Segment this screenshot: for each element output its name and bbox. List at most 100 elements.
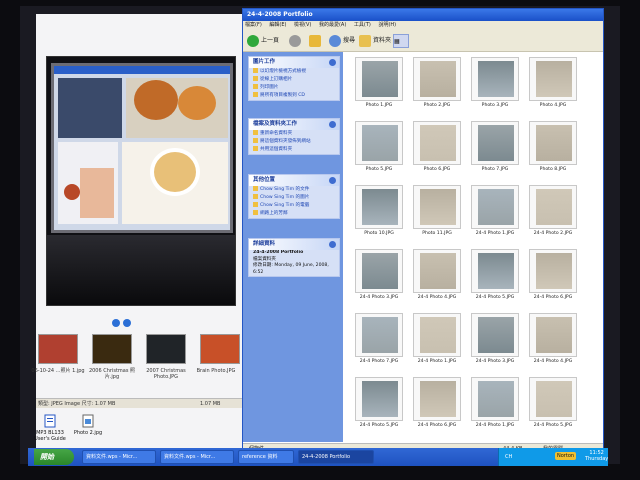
search-button[interactable]: 搜尋 xyxy=(329,34,355,48)
place-documents[interactable]: Chow Sing Tim 的文件 xyxy=(249,186,339,194)
filmstrip: 06-10-24 ...照片 1.jpg 2006 Christmas 照片.j… xyxy=(31,330,242,388)
task-order-prints[interactable]: 從線上訂購相片 xyxy=(249,76,339,84)
folders-button[interactable]: 資料夾 xyxy=(359,34,391,48)
system-tray: CH Norton 11:52 Thursday xyxy=(498,448,608,466)
thumbnail-frame xyxy=(355,185,403,229)
menu-help[interactable]: 說明(H) xyxy=(378,22,396,28)
thumbnail-image xyxy=(478,61,514,97)
taskbar-button[interactable]: reference 資料 xyxy=(238,450,294,464)
thumbnail-item[interactable]: Photo 10.JPG xyxy=(351,185,407,245)
menu-file[interactable]: 檔案(F) xyxy=(245,22,262,28)
forward-button[interactable] xyxy=(289,34,303,48)
language-indicator[interactable]: CH xyxy=(505,454,512,460)
collapse-icon[interactable] xyxy=(329,59,336,66)
thumbnail-item[interactable]: 24-4 Photo 3.JPG xyxy=(467,313,523,373)
film-thumb[interactable] xyxy=(200,334,240,364)
next-icon[interactable] xyxy=(123,319,131,327)
cd-icon xyxy=(253,92,258,97)
thumbnail-frame xyxy=(471,313,519,357)
desktop-icon-guide[interactable]: MP3 BL133 User's Guide xyxy=(30,414,70,442)
taskbar: 開始 資料文件.wps - Micr... 資料文件.wps - Micr...… xyxy=(28,448,608,466)
thumbnail-item[interactable]: 24-4 Photo 1.JPG xyxy=(409,313,465,373)
thumbnail-item[interactable]: 24-4 Photo 1.JPG xyxy=(467,377,523,437)
thumbnail-frame xyxy=(471,249,519,293)
thumbnail-item[interactable]: 24-4 Photo 5.JPG xyxy=(467,249,523,309)
previous-icon[interactable] xyxy=(112,319,120,327)
thumbnail-label: Photo 11.JPG xyxy=(422,231,452,236)
thumbnail-item[interactable]: Photo 8.JPG xyxy=(525,121,581,181)
thumbnail-label: 24-4 Photo 7.JPG xyxy=(359,359,399,364)
task-label: 重新命名資料夾 xyxy=(260,131,293,136)
thumbnail-item[interactable]: Photo 4.JPG xyxy=(525,57,581,117)
thumbnail-item[interactable]: 24-4 Photo 5.JPG xyxy=(525,377,581,437)
task-publish[interactable]: 將這個資料夾發佈到網站 xyxy=(249,138,339,146)
task-print[interactable]: 列印圖片 xyxy=(249,84,339,92)
place-computer[interactable]: Chow Sing Tim 的電腦 xyxy=(249,202,339,210)
viewer-controls xyxy=(112,312,142,327)
thumbnail-item[interactable]: 24-4 Photo 1.JPG xyxy=(467,185,523,245)
thumbnail-label: 24-4 Photo 2.JPG xyxy=(533,231,573,236)
start-button[interactable]: 開始 xyxy=(34,449,74,465)
photo-food xyxy=(134,80,178,120)
collapse-icon[interactable] xyxy=(329,241,336,248)
panel-header[interactable]: 詳細資料 xyxy=(249,239,339,250)
detail-modified: 修改日期: Monday, 09 June, 2008, 6:52 xyxy=(253,263,329,275)
desktop-icon-photo[interactable]: Photo 2.jpg xyxy=(68,414,108,436)
thumbnail-image xyxy=(420,125,456,161)
panel-header[interactable]: 圖片工作 xyxy=(249,57,339,68)
search-label: 搜尋 xyxy=(343,37,356,44)
back-button[interactable]: 上一頁 xyxy=(247,34,279,48)
thumbnail-item[interactable]: 24-4 Photo 3.JPG xyxy=(351,249,407,309)
panel-header[interactable]: 檔案及資料夾工作 xyxy=(249,119,339,130)
norton-icon[interactable]: Norton xyxy=(555,452,577,460)
film-thumb[interactable] xyxy=(38,334,78,364)
thumbnail-frame xyxy=(529,57,577,101)
menu-bar: 檔案(F) 編輯(E) 檢視(V) 我的最愛(A) 工具(T) 說明(H) xyxy=(243,21,603,30)
collapse-icon[interactable] xyxy=(329,121,336,128)
thumbnail-item[interactable]: Photo 7.JPG xyxy=(467,121,523,181)
place-pictures[interactable]: Chow Sing Tim 的圖片 xyxy=(249,194,339,202)
photo-food xyxy=(64,184,80,200)
thumbnail-item[interactable]: 24-4 Photo 2.JPG xyxy=(525,185,581,245)
menu-view[interactable]: 檢視(V) xyxy=(294,22,311,28)
thumbnail-item[interactable]: Photo 6.JPG xyxy=(409,121,465,181)
collapse-icon[interactable] xyxy=(329,177,336,184)
place-network[interactable]: 網路上的芳鄰 xyxy=(249,210,339,218)
thumbnail-item[interactable]: 24-4 Photo 4.JPG xyxy=(525,313,581,373)
task-rename[interactable]: 重新命名資料夾 xyxy=(249,130,339,138)
thumbnail-item[interactable]: Photo 1.JPG xyxy=(351,57,407,117)
views-button[interactable]: ▦ xyxy=(393,34,409,48)
thumbnail-label: Photo 10.JPG xyxy=(364,231,394,236)
thumbnail-item[interactable]: Photo 5.JPG xyxy=(351,121,407,181)
window-title[interactable]: 24-4-2008 Portfolio xyxy=(243,9,603,21)
thumbnail-item[interactable]: Photo 2.JPG xyxy=(409,57,465,117)
thumbnail-item[interactable]: 24-4 Photo 6.JPG xyxy=(409,377,465,437)
task-slideshow[interactable]: 以幻燈片檢視方式檢視 xyxy=(249,68,339,76)
menu-tools[interactable]: 工具(T) xyxy=(354,22,371,28)
menu-favorites[interactable]: 我的最愛(A) xyxy=(319,22,346,28)
thumbnail-image xyxy=(536,317,572,353)
thumbnail-item[interactable]: 24-4 Photo 4.JPG xyxy=(409,249,465,309)
thumbnail-item[interactable]: Photo 11.JPG xyxy=(409,185,465,245)
thumbnail-item[interactable]: 24-4 Photo 6.JPG xyxy=(525,249,581,309)
taskbar-button[interactable]: 資料文件.wps - Micr... xyxy=(160,450,234,464)
panel-header[interactable]: 其他位置 xyxy=(249,175,339,186)
thumbnail-item[interactable]: 24-4 Photo 5.JPG xyxy=(351,377,407,437)
taskbar-button[interactable]: 資料文件.wps - Micr... xyxy=(82,450,156,464)
thumbnail-item[interactable]: Photo 3.JPG xyxy=(467,57,523,117)
thumbnail-item[interactable]: 24-4 Photo 7.JPG xyxy=(351,313,407,373)
film-thumb[interactable] xyxy=(92,334,132,364)
thumbnail-image xyxy=(478,189,514,225)
film-thumb[interactable] xyxy=(146,334,186,364)
task-label: 將所有項目複製到 CD xyxy=(260,93,305,98)
order-icon xyxy=(253,76,258,81)
start-label: 開始 xyxy=(40,453,54,461)
taskbar-button-active[interactable]: 24-4-2008 Portfolio xyxy=(298,450,374,464)
thumbnail-image xyxy=(362,61,398,97)
task-share[interactable]: 共用這個資料夾 xyxy=(249,146,339,154)
up-folder-button[interactable] xyxy=(309,34,323,48)
thumbnail-image xyxy=(362,381,398,417)
clock[interactable]: 11:52 Thursday xyxy=(585,450,608,462)
task-copy-cd[interactable]: 將所有項目複製到 CD xyxy=(249,92,339,100)
menu-edit[interactable]: 編輯(E) xyxy=(269,22,286,28)
